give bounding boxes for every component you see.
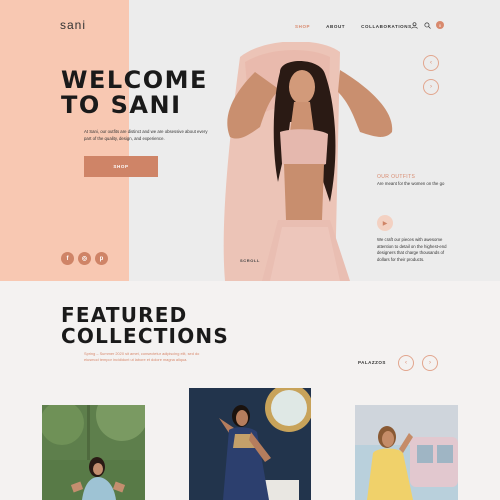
collections-prev-arrow-icon[interactable]: ‹ <box>398 355 414 371</box>
brand-logo[interactable]: sani <box>60 18 86 32</box>
outfits-title: OUR OUTFITS <box>377 174 416 180</box>
play-video-icon[interactable]: ▶ <box>377 215 393 231</box>
main-nav: SHOP ABOUT COLLABORATIONS <box>295 24 412 29</box>
hero-headline: WELCOME TO SANI <box>61 68 208 118</box>
hero-section: sani SHOP ABOUT COLLABORATIONS 0 WELCOME… <box>0 0 500 281</box>
hero-model-image <box>223 42 393 281</box>
featured-title-line-2: COLLECTIONS <box>61 324 229 348</box>
facebook-icon[interactable]: f <box>61 252 74 265</box>
collections-next-arrow-icon[interactable]: › <box>422 355 438 371</box>
social-links: f ◎ p <box>61 252 108 265</box>
nav-item-collaborations[interactable]: COLLABORATIONS <box>361 24 412 29</box>
collection-card-3[interactable] <box>355 405 458 500</box>
user-icon[interactable] <box>410 21 418 29</box>
instagram-icon[interactable]: ◎ <box>78 252 91 265</box>
hero-next-arrow-icon[interactable]: › <box>423 79 439 95</box>
nav-item-about[interactable]: ABOUT <box>326 24 345 29</box>
collection-image-1 <box>42 405 145 500</box>
nav-item-shop[interactable]: SHOP <box>295 24 310 29</box>
search-icon[interactable] <box>423 21 431 29</box>
hero-headline-line-1: WELCOME <box>61 66 208 94</box>
scroll-indicator[interactable]: SCROLL <box>240 258 260 263</box>
category-label: PALAZZOS <box>358 360 386 365</box>
collection-card-2[interactable] <box>189 388 311 500</box>
featured-title: FEATURED COLLECTIONS <box>61 305 229 347</box>
hero-description: At Sani, our outfits are distinct and we… <box>84 129 208 141</box>
nav-icons: 0 <box>410 21 444 29</box>
hero-headline-line-2: TO SANI <box>61 91 182 119</box>
featured-title-line-1: FEATURED <box>61 303 188 327</box>
collection-image-2 <box>189 388 311 500</box>
pinterest-icon[interactable]: p <box>95 252 108 265</box>
hero-prev-arrow-icon[interactable]: ‹ <box>423 55 439 71</box>
featured-description: Spring – Summer 2020 sit amet, consectet… <box>84 351 200 362</box>
shop-button[interactable]: SHOP <box>84 156 158 177</box>
cart-icon[interactable]: 0 <box>436 21 444 29</box>
collection-card-1[interactable] <box>42 405 145 500</box>
collection-image-3 <box>355 405 458 500</box>
page: sani SHOP ABOUT COLLABORATIONS 0 WELCOME… <box>0 0 500 500</box>
outfits-text: Are meant for the women on the go <box>377 181 445 186</box>
craft-text: We craft our pieces with awesome attenti… <box>377 237 447 262</box>
